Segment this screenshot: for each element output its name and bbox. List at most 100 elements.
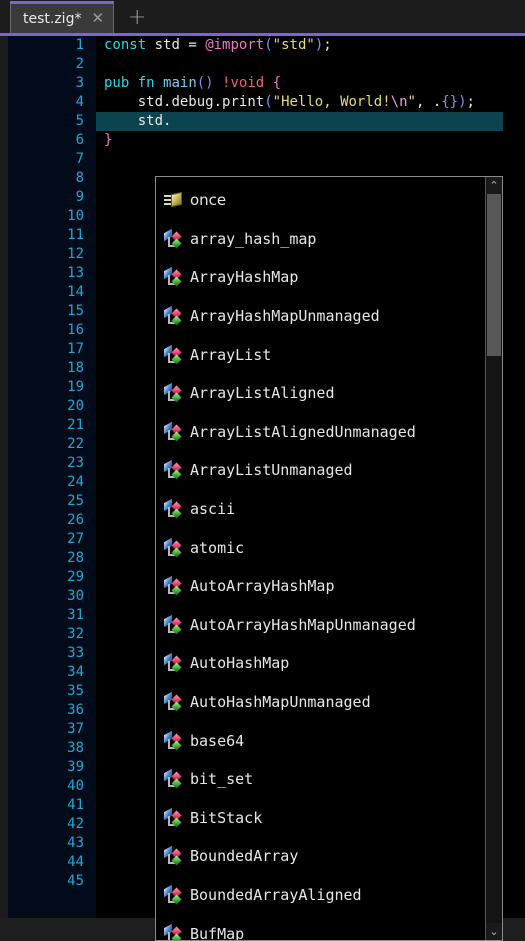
code-token: " (407, 94, 416, 110)
struct-icon (164, 421, 184, 442)
autocomplete-item[interactable]: once (156, 181, 485, 220)
code-token: print (222, 94, 265, 110)
code-line[interactable] (96, 55, 525, 74)
code-token: . (163, 113, 172, 129)
code-token: !void (222, 75, 265, 91)
autocomplete-item-label: ArrayListAlignedUnmanaged (190, 422, 416, 441)
tab-bar: test.zig* ✕ + (0, 0, 525, 36)
struct-icon (164, 691, 184, 712)
code-token: ( (264, 37, 273, 53)
line-number: 5 (75, 113, 84, 129)
line-number: 14 (67, 284, 84, 300)
autocomplete-item-label: base64 (190, 731, 245, 750)
code-token: debug (171, 94, 214, 110)
line-number: 27 (67, 531, 84, 547)
autocomplete-item[interactable]: base64 (156, 721, 485, 760)
scrollbar-thumb[interactable] (487, 194, 501, 356)
code-token: {} (441, 94, 459, 110)
code-editor[interactable]: 1 2 3 4 5 6 7 8 9 10 11 12 13 14 15 16 17 18 19 20 21 22 23 24 2… (0, 36, 525, 941)
autocomplete-item-label: atomic (190, 538, 245, 557)
line-number: 44 (67, 854, 84, 870)
autocomplete-item[interactable]: ArrayList (156, 335, 485, 374)
autocomplete-item[interactable]: ascii (156, 490, 485, 529)
autocomplete-item[interactable]: BufMap (156, 914, 485, 940)
line-number: 33 (67, 645, 84, 661)
code-line[interactable]: } (96, 131, 525, 150)
module-icon (164, 191, 184, 209)
struct-icon (164, 460, 184, 480)
tab-label: test.zig* (23, 10, 82, 27)
code-token: { (272, 75, 282, 91)
new-tab-icon[interactable]: + (128, 7, 146, 29)
autocomplete-item[interactable]: AutoHashMap (156, 644, 485, 683)
line-number: 40 (67, 778, 84, 794)
autocomplete-item-label: ArrayListUnmanaged (190, 461, 353, 480)
autocomplete-list[interactable]: once array_hash_map ArrayHashMap ArrayHashM… (156, 177, 485, 940)
autocomplete-item[interactable]: ArrayHashMapUnmanaged (156, 297, 485, 336)
code-token: fn (137, 75, 155, 91)
struct-icon (164, 267, 184, 287)
autocomplete-item-label: ArrayHashMap (190, 268, 299, 287)
autocomplete-item[interactable]: AutoHashMapUnmanaged (156, 683, 485, 722)
autocomplete-item[interactable]: AutoArrayHashMap (156, 567, 485, 606)
autocomplete-item[interactable]: ArrayListAlignedUnmanaged (156, 413, 485, 452)
line-number: 1 (75, 37, 84, 53)
editor-tab-test-zig[interactable]: test.zig* ✕ (10, 1, 115, 33)
autocomplete-item[interactable]: ArrayHashMap (156, 258, 485, 297)
autocomplete-item-label: ArrayList (190, 345, 272, 364)
struct-icon (164, 730, 184, 751)
autocomplete-item-label: BoundedArray (190, 847, 299, 866)
code-token: ; (323, 37, 332, 53)
line-number: 35 (67, 683, 84, 699)
close-icon[interactable]: ✕ (89, 11, 106, 26)
autocomplete-item-label: AutoArrayHashMapUnmanaged (190, 615, 416, 634)
autocomplete-item[interactable]: ArrayListAligned (156, 374, 485, 413)
struct-icon (164, 228, 184, 249)
autocomplete-scrollbar[interactable]: ⌃ ⌄ (485, 177, 502, 940)
code-token: . (213, 94, 223, 110)
scrollbar-track[interactable] (486, 194, 502, 923)
struct-icon (164, 537, 184, 558)
autocomplete-item[interactable]: bit_set (156, 760, 485, 799)
code-token: . (432, 94, 442, 110)
struct-icon (164, 344, 184, 365)
autocomplete-item[interactable]: BoundedArrayAligned (156, 876, 485, 915)
autocomplete-item[interactable]: atomic (156, 528, 485, 567)
code-line[interactable]: std.debug.print("Hello, World!\n", .{}); (96, 93, 525, 112)
scroll-down-icon[interactable]: ⌄ (486, 923, 502, 940)
autocomplete-item[interactable]: BoundedArray (156, 837, 485, 876)
code-line[interactable] (96, 150, 525, 169)
code-token: = (188, 37, 197, 53)
line-number: 23 (67, 455, 84, 471)
line-number: 20 (67, 398, 84, 414)
line-number: 41 (67, 797, 84, 813)
autocomplete-item[interactable]: AutoArrayHashMapUnmanaged (156, 606, 485, 645)
code-token: pub (104, 75, 130, 91)
autocomplete-item[interactable]: ArrayListUnmanaged (156, 451, 485, 490)
code-token: , (415, 94, 433, 110)
autocomplete-popup[interactable]: once array_hash_map ArrayHashMap ArrayHashM… (155, 176, 503, 941)
scroll-up-icon[interactable]: ⌃ (486, 177, 502, 194)
autocomplete-item[interactable]: BitStack (156, 799, 485, 838)
code-line[interactable]: pub fn main() !void { (96, 74, 525, 93)
line-number: 22 (67, 436, 84, 452)
autocomplete-item-label: BoundedArrayAligned (190, 885, 362, 904)
struct-icon (164, 807, 184, 828)
code-line[interactable]: const std = @import("std"); (96, 36, 525, 55)
autocomplete-item-label: ArrayListAligned (190, 384, 335, 403)
code-line[interactable]: std. (96, 112, 525, 131)
line-number: 45 (67, 873, 84, 889)
code-token: ) (458, 94, 467, 110)
struct-icon (164, 769, 184, 789)
line-number: 26 (67, 512, 84, 528)
autocomplete-item-label: once (190, 191, 227, 210)
autocomplete-item[interactable]: array_hash_map (156, 220, 485, 259)
line-number: 3 (75, 75, 84, 91)
line-number: 37 (67, 721, 84, 737)
line-number: 39 (67, 759, 84, 775)
struct-icon (164, 923, 184, 940)
